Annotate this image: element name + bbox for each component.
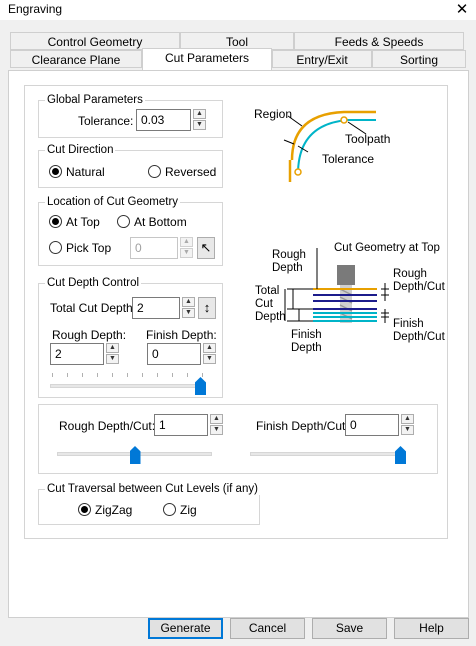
zigzag-radio[interactable] [78, 503, 91, 516]
global-parameters-title: Global Parameters [45, 94, 145, 106]
zigzag-label: ZigZag [95, 503, 133, 517]
rough-depth-spinner[interactable]: ▲ ▼ [106, 343, 119, 365]
tolerance-label: Tolerance: [78, 114, 134, 128]
reversed-label: Reversed [165, 165, 217, 179]
rough-depth-input[interactable]: 2 [50, 343, 104, 365]
total-depth-spinner[interactable]: ▲ ▼ [182, 297, 195, 319]
pick-top-spinner[interactable]: ▲ ▼ [180, 237, 193, 259]
tolerance-text: Tolerance [322, 152, 375, 166]
pick-cursor-icon[interactable]: ↖ [197, 237, 215, 259]
rough-per-cut-label: Rough Depth/Cut: [59, 419, 156, 433]
generate-button[interactable]: Generate [148, 618, 223, 639]
total-cut-depth-text: Total Cut Depth [255, 285, 286, 323]
save-button[interactable]: Save [312, 618, 387, 639]
help-button[interactable]: Help [394, 618, 469, 639]
at-bottom-label: At Bottom [134, 215, 187, 229]
slider-tick [127, 373, 128, 377]
finish-per-cut-input[interactable]: 0 [345, 414, 399, 436]
rough-per-cut-spinner[interactable]: ▲ ▼ [210, 414, 223, 436]
natural-radio[interactable] [49, 165, 62, 178]
traversal-title: Cut Traversal between Cut Levels (if any… [45, 483, 260, 495]
tab-sorting[interactable]: Sorting [372, 50, 466, 68]
total-depth-input[interactable]: 2 [132, 297, 180, 319]
window-title: Engraving [8, 2, 63, 16]
slider-tick [142, 373, 143, 377]
tolerance-spinner[interactable]: ▲ ▼ [193, 109, 206, 131]
slider-tick [52, 373, 53, 377]
finish-per-cut-track[interactable] [250, 452, 405, 456]
tab-cut-parameters[interactable]: Cut Parameters [142, 48, 272, 70]
pick-top-label: Pick Top [66, 241, 112, 255]
finish-depth-text: Finish Depth [291, 329, 322, 354]
finish-depth-label: Finish Depth: [146, 328, 217, 342]
slider-tick [172, 373, 173, 377]
cut-geometry-at-top-text: Cut Geometry at Top [334, 242, 440, 254]
title-bar [0, 0, 476, 20]
tab-clearance-plane[interactable]: Clearance Plane [10, 50, 142, 68]
finish-depth-input[interactable]: 0 [147, 343, 201, 365]
rough-per-cut-input[interactable]: 1 [154, 414, 208, 436]
rough-depth-cut-text: Rough Depth/Cut [393, 268, 445, 293]
slider-tick [157, 373, 158, 377]
cut-direction-title: Cut Direction [45, 144, 116, 156]
slider-tick [82, 373, 83, 377]
finish-depth-spinner[interactable]: ▲ ▼ [203, 343, 216, 365]
depth-arrow-icon[interactable]: ↕ [198, 297, 216, 319]
cancel-button[interactable]: Cancel [230, 618, 305, 639]
depth-slider-track[interactable] [50, 384, 206, 388]
slider-tick [187, 373, 188, 377]
slider-tick [202, 373, 203, 377]
at-bottom-radio[interactable] [117, 215, 130, 228]
region-text: Region [254, 107, 293, 121]
toolpath-text: Toolpath [345, 132, 391, 146]
tab-feeds-speeds[interactable]: Feeds & Speeds [294, 32, 464, 50]
zig-label: Zig [180, 503, 197, 517]
finish-per-cut-spinner[interactable]: ▲ ▼ [401, 414, 414, 436]
cut-depth-title: Cut Depth Control [45, 277, 142, 289]
tab-entry-exit[interactable]: Entry/Exit [272, 50, 372, 68]
zig-radio[interactable] [163, 503, 176, 516]
finish-depth-cut-text: Finish Depth/Cut [393, 318, 445, 343]
at-top-label: At Top [66, 215, 100, 229]
close-icon[interactable]: ✕ [452, 0, 472, 20]
reversed-radio[interactable] [148, 165, 161, 178]
finish-per-cut-label: Finish Depth/Cut: [256, 419, 349, 433]
natural-label: Natural [66, 165, 105, 179]
tolerance-input[interactable]: 0.03 [136, 109, 191, 131]
slider-tick [112, 373, 113, 377]
pick-top-input[interactable]: 0 [130, 237, 178, 259]
pick-top-radio[interactable] [49, 241, 62, 254]
slider-tick [97, 373, 98, 377]
location-title: Location of Cut Geometry [45, 196, 181, 208]
rough-depth-text: Rough Depth [272, 249, 306, 274]
rough-depth-label: Rough Depth: [52, 328, 127, 342]
slider-tick [67, 373, 68, 377]
at-top-radio[interactable] [49, 215, 62, 228]
total-depth-label: Total Cut Depth: [50, 301, 137, 315]
